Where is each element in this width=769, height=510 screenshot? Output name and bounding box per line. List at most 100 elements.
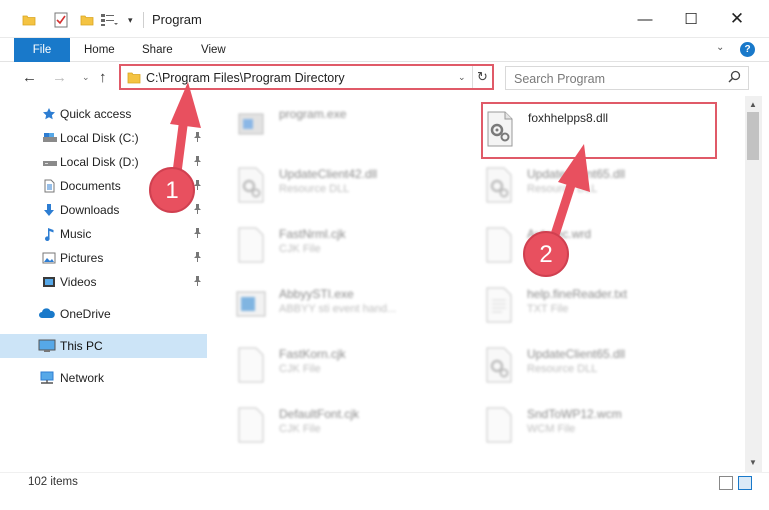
tiles-view-icon[interactable] (738, 476, 752, 490)
sidebar-item-label: Documents (60, 179, 121, 193)
address-bar[interactable]: C:\Program Files\Program Directory ⌄ ↻ (119, 64, 494, 90)
document-icon (42, 179, 56, 193)
sidebar-item-network[interactable]: Network (0, 366, 207, 390)
window-title: Program (152, 12, 202, 27)
folder-icon (127, 71, 141, 87)
help-icon[interactable]: ? (740, 42, 755, 57)
tab-share[interactable]: Share (130, 38, 185, 62)
expand-ribbon-icon[interactable]: ⌄ (716, 42, 724, 53)
file-item[interactable]: Autorec.wrd (483, 222, 723, 272)
customize-toolbar-icon[interactable]: ▾ (128, 10, 133, 30)
back-button[interactable]: ← (22, 69, 37, 86)
minimize-button[interactable]: — (622, 0, 668, 38)
file-name: UpdateClient42.dll (279, 167, 378, 181)
vertical-scrollbar[interactable]: ▲ ▼ (745, 96, 762, 472)
network-icon (38, 371, 54, 385)
sidebar-item-local-disk-d[interactable]: Local Disk (D:) (0, 150, 207, 174)
file-type: CJK File (279, 363, 321, 375)
list-view-icon[interactable] (100, 10, 118, 30)
file-item[interactable]: UpdateClient42.dll Resource DLL (235, 162, 475, 212)
details-view-icon[interactable] (719, 476, 733, 490)
highlight-box (481, 102, 717, 159)
pin-icon[interactable] (193, 204, 202, 217)
sidebar-item-label: Local Disk (D:) (60, 155, 139, 169)
title-bar: ▾ Program — ☐ ✕ (0, 0, 769, 38)
pin-icon[interactable] (193, 228, 202, 241)
folder-icon[interactable] (22, 10, 36, 30)
address-path[interactable]: C:\Program Files\Program Directory (146, 71, 345, 85)
file-type: TXT File (527, 303, 569, 315)
sidebar-item-label: Pictures (60, 251, 104, 265)
sidebar-item-local-disk-c[interactable]: Local Disk (C:) (0, 126, 207, 150)
sidebar-item-documents[interactable]: Documents (0, 174, 207, 198)
generic-file-icon (235, 226, 267, 264)
file-item[interactable]: AbbyySTI.exe ABBYY sti event hand... (235, 282, 475, 332)
navigation-bar: ← → ⌄ ↑ C:\Program Files\Program Directo… (0, 62, 769, 94)
tab-file[interactable]: File (14, 38, 70, 62)
properties-check-icon[interactable] (54, 10, 68, 30)
scroll-thumb[interactable] (747, 112, 759, 160)
file-name: UpdateClient65.dll (527, 347, 626, 361)
sidebar-item-music[interactable]: Music (0, 222, 207, 246)
file-item[interactable]: UpdateClient65.dll Resource DLL (483, 162, 723, 212)
file-item[interactable]: program.exe (235, 102, 475, 152)
file-type: Resource DLL (527, 363, 598, 375)
exe-file-icon (235, 106, 267, 144)
file-item[interactable]: UpdateClient65.dll Resource DLL (483, 342, 723, 392)
title-separator (143, 12, 144, 28)
sidebar-item-downloads[interactable]: Downloads (0, 198, 207, 222)
up-button[interactable]: ↑ (99, 69, 107, 86)
file-type: WCM File (527, 423, 576, 435)
search-input[interactable]: Search Program (514, 72, 605, 86)
address-dropdown-icon[interactable]: ⌄ (458, 72, 466, 83)
file-item[interactable]: SndToWP12.wcm WCM File (483, 402, 723, 452)
file-type: Resource DLL (527, 183, 598, 195)
pin-icon[interactable] (193, 180, 202, 193)
sidebar-item-videos[interactable]: Videos (0, 270, 207, 294)
file-name: DefaultFont.cjk (279, 407, 360, 421)
file-name: SndToWP12.wcm (527, 407, 622, 421)
sidebar-item-label: Local Disk (C:) (60, 131, 139, 145)
file-item[interactable]: help.fineReader.txt TXT File (483, 282, 723, 332)
file-item[interactable]: FastNrml.cjk CJK File (235, 222, 475, 272)
search-box[interactable]: Search Program (505, 66, 749, 90)
pin-icon[interactable] (193, 132, 202, 145)
drive-icon (42, 155, 57, 169)
tab-home[interactable]: Home (72, 38, 127, 62)
file-name: UpdateClient65.dll (527, 167, 626, 181)
file-type: ABBYY sti event hand... (279, 303, 397, 315)
dll-file-icon (483, 166, 515, 204)
maximize-button[interactable]: ☐ (668, 0, 714, 38)
computer-icon (38, 339, 56, 353)
sidebar-item-pictures[interactable]: Pictures (0, 246, 207, 270)
search-icon[interactable] (728, 70, 741, 86)
pin-icon[interactable] (193, 252, 202, 265)
sidebar-item-label: Quick access (60, 107, 132, 121)
item-count: 102 items (28, 476, 78, 488)
file-name: program.exe (279, 107, 347, 121)
file-name: Autorec.wrd (527, 227, 592, 241)
close-button[interactable]: ✕ (714, 0, 760, 38)
refresh-icon[interactable]: ↻ (472, 66, 492, 88)
sidebar-item-this-pc[interactable]: This PC (0, 334, 207, 358)
generic-file-icon (235, 406, 267, 444)
pin-icon[interactable] (193, 276, 202, 289)
forward-button[interactable]: → (52, 69, 67, 86)
file-item[interactable]: DefaultFont.cjk CJK File (235, 402, 475, 452)
sidebar-item-quick-access[interactable]: Quick access (0, 102, 207, 126)
text-file-icon (483, 286, 515, 324)
file-type: Resource DLL (279, 183, 350, 195)
pin-icon[interactable] (193, 156, 202, 169)
generic-file-icon (483, 226, 515, 264)
scroll-down-icon[interactable]: ▼ (749, 458, 757, 467)
generic-file-icon (483, 406, 515, 444)
file-item[interactable]: FastKorn.cjk CJK File (235, 342, 475, 392)
file-type: CJK File (279, 423, 321, 435)
tab-view[interactable]: View (189, 38, 238, 62)
recent-locations-button[interactable]: ⌄ (82, 72, 90, 83)
sidebar-item-onedrive[interactable]: OneDrive (0, 302, 207, 326)
file-name: AbbyySTI.exe (279, 287, 354, 301)
new-folder-icon[interactable] (80, 10, 94, 30)
scroll-up-icon[interactable]: ▲ (749, 100, 757, 109)
generic-file-icon (235, 346, 267, 384)
